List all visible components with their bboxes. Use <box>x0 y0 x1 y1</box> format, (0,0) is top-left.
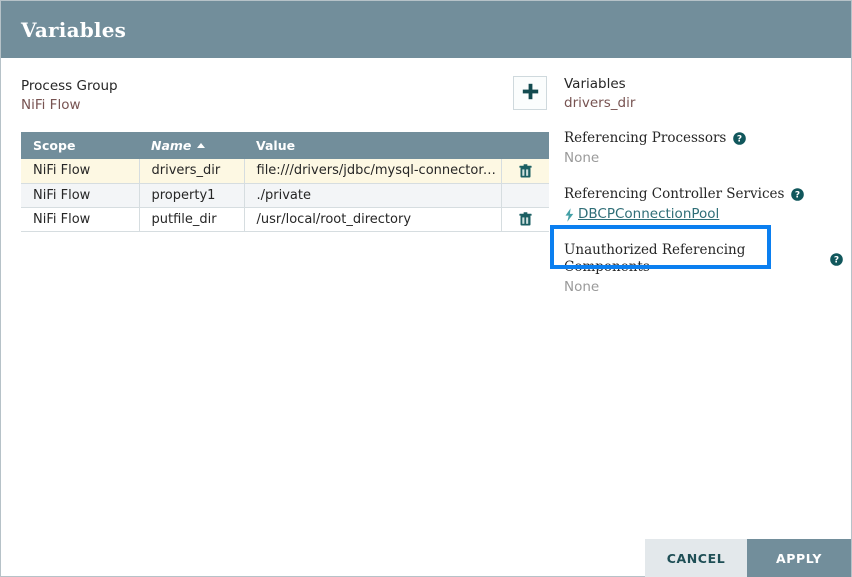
column-header-scope[interactable]: Scope <box>21 132 139 159</box>
variables-table: Scope Name Value NiFi Flow dri <box>21 132 549 232</box>
trash-icon[interactable] <box>519 212 532 226</box>
table-row[interactable]: NiFi Flow property1 ./private <box>21 183 549 207</box>
cell-value: ./private <box>244 183 501 207</box>
unauthorized-referencing-components-label: Unauthorized Referencing Components <box>564 242 823 276</box>
cell-name: property1 <box>139 183 244 207</box>
cell-scope: NiFi Flow <box>21 159 139 183</box>
table-row[interactable]: NiFi Flow drivers_dir file:///drivers/jd… <box>21 159 549 183</box>
column-header-name-label: Name <box>151 138 191 153</box>
variables-dialog: Variables Process Group NiFi Flow Scope … <box>0 0 852 577</box>
help-circle-icon[interactable]: ? <box>733 132 746 145</box>
controller-service-link[interactable]: DBCPConnectionPool <box>578 205 719 224</box>
column-header-scope-label: Scope <box>33 138 75 153</box>
referencing-processors-label: Referencing Processors <box>564 130 726 147</box>
dialog-footer: CANCEL APPLY <box>1 539 851 577</box>
unauthorized-referencing-components-empty: None <box>564 278 843 297</box>
detail-title: Variables <box>564 76 843 93</box>
cancel-button[interactable]: CANCEL <box>645 539 747 577</box>
process-group-value: NiFi Flow <box>21 96 549 114</box>
column-header-name[interactable]: Name <box>139 132 244 159</box>
column-header-value[interactable]: Value <box>244 132 501 159</box>
dialog-title: Variables <box>21 18 126 42</box>
variables-table-head: Scope Name Value <box>21 132 549 159</box>
cell-scope: NiFi Flow <box>21 183 139 207</box>
column-header-actions <box>501 132 549 159</box>
cell-actions <box>501 183 549 207</box>
help-circle-icon[interactable]: ? <box>791 188 804 201</box>
svg-text:?: ? <box>834 255 839 265</box>
add-variable-button[interactable] <box>513 76 547 110</box>
svg-text:?: ? <box>795 191 800 201</box>
referencing-controller-services-section: Referencing Controller Services ? <box>564 186 843 224</box>
cell-value: file:///drivers/jdbc/mysql-connector-jav… <box>244 159 501 183</box>
apply-button[interactable]: APPLY <box>747 539 851 577</box>
plus-icon <box>522 83 539 104</box>
cell-name: drivers_dir <box>139 159 244 183</box>
controller-service-item[interactable]: DBCPConnectionPool <box>564 205 843 224</box>
process-group-label: Process Group <box>21 78 549 95</box>
cell-actions <box>501 207 549 231</box>
variables-list-pane: Process Group NiFi Flow Scope Name <box>21 78 549 232</box>
svg-text:?: ? <box>737 135 742 145</box>
dialog-body: Process Group NiFi Flow Scope Name <box>1 58 851 577</box>
lightning-bolt-icon <box>564 208 575 222</box>
unauthorized-referencing-components-section: Unauthorized Referencing Components ? No… <box>564 242 843 297</box>
variables-table-body: NiFi Flow drivers_dir file:///drivers/jd… <box>21 159 549 231</box>
cell-value: /usr/local/root_directory <box>244 207 501 231</box>
referencing-controller-services-label: Referencing Controller Services <box>564 186 784 203</box>
cell-scope: NiFi Flow <box>21 207 139 231</box>
unauthorized-referencing-components-heading: Unauthorized Referencing Components ? <box>564 242 843 276</box>
table-header-row: Scope Name Value <box>21 132 549 159</box>
cell-name: putfile_dir <box>139 207 244 231</box>
detail-variable-name: drivers_dir <box>564 94 843 112</box>
sort-ascending-icon <box>197 143 205 148</box>
column-header-value-label: Value <box>256 138 295 153</box>
table-row[interactable]: NiFi Flow putfile_dir /usr/local/root_di… <box>21 207 549 231</box>
help-circle-icon[interactable]: ? <box>830 253 843 266</box>
referencing-controller-services-heading: Referencing Controller Services ? <box>564 186 843 203</box>
referencing-processors-empty: None <box>564 149 843 168</box>
variable-detail-body: Variables drivers_dir Referencing Proces… <box>564 76 843 297</box>
trash-icon[interactable] <box>519 164 532 178</box>
cell-actions <box>501 159 549 183</box>
referencing-processors-section: Referencing Processors ? None <box>564 130 843 168</box>
referencing-processors-heading: Referencing Processors ? <box>564 130 843 147</box>
dialog-titlebar: Variables <box>1 1 851 58</box>
